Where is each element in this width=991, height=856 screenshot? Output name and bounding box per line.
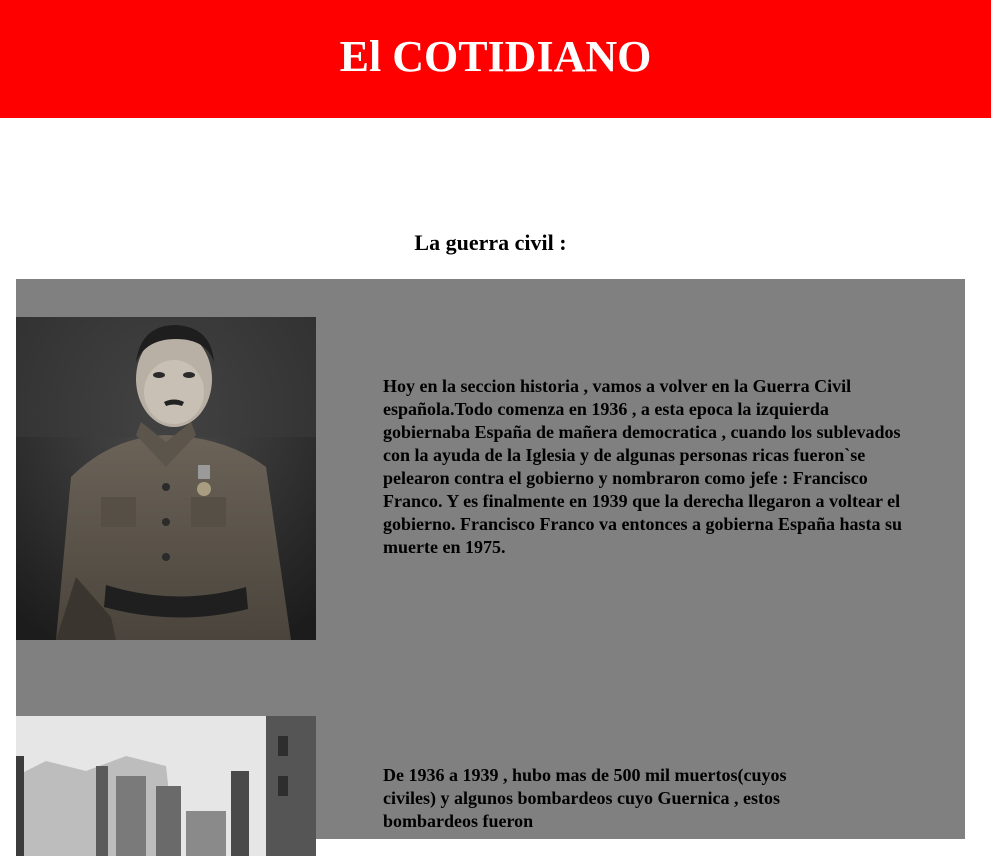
article-text: Hoy en la seccion historia , vamos a vol… [383, 376, 903, 557]
ruins-photo [16, 716, 316, 856]
portrait-photo [16, 317, 316, 640]
ruins-photo-icon [16, 716, 316, 856]
article-text: De 1936 a 1939 , hubo mas de 500 mil mue… [383, 765, 787, 831]
site-title: El COTIDIANO [339, 31, 652, 81]
section-title: La guerra civil : [414, 230, 567, 255]
portrait-photo-icon [16, 317, 316, 640]
masthead: El COTIDIANO [0, 0, 991, 118]
article-panel: Hoy en la seccion historia , vamos a vol… [16, 279, 965, 856]
